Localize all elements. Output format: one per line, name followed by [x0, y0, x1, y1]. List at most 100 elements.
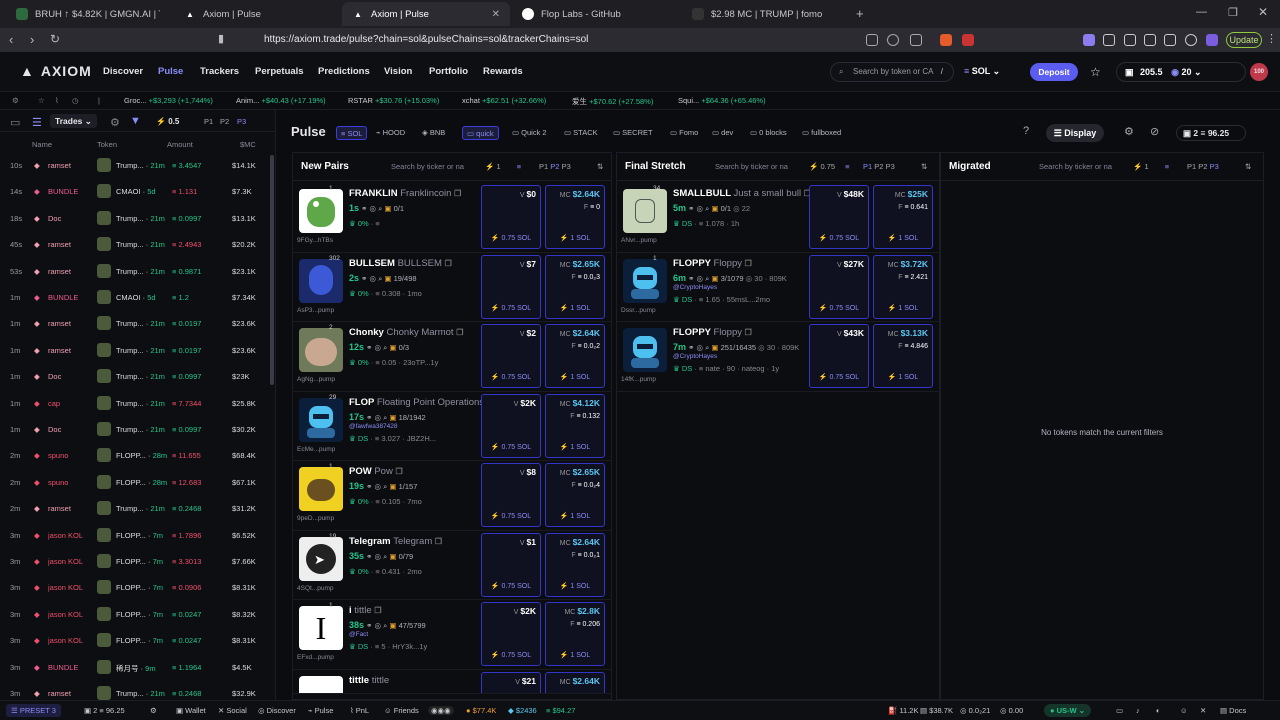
settings-icon[interactable]: ⚙ — [110, 116, 120, 129]
token-card[interactable]: 2 AgNg...pump Chonky Chonky Marmot ❐ 12s ⚭ … — [293, 322, 611, 392]
discord-icon[interactable]: ☺ — [1180, 706, 1188, 715]
mc-buy-box[interactable]: MC $4.12K F ≡ 0.132 ⚡ 1 SOL — [545, 393, 605, 458]
column-amount[interactable]: ⚡ 1 ≡ — [1133, 162, 1169, 171]
trader-name[interactable]: jason KOL — [48, 557, 83, 566]
trade-row[interactable]: 53s ◆ ramset Trump... · 21m ≡ 0.9871 $23.1K — [0, 258, 270, 284]
token-name[interactable]: POW Pow ❐ — [349, 466, 403, 477]
trade-row[interactable]: 3m ◆ jason KOL FLOPP... · 7m ≡ 0.0247 $8.32K — [0, 601, 270, 627]
trader-name[interactable]: Doc — [48, 372, 61, 381]
volume-buy-box[interactable]: V $7 ⚡ 0.75 SOL — [481, 254, 541, 319]
column-search-input[interactable]: Search by ticker or na — [391, 162, 464, 171]
token-name[interactable]: FLOPP... · 7m — [116, 557, 163, 566]
volume-buy-box[interactable]: V $2K ⚡ 0.75 SOL — [481, 602, 541, 666]
settings-icon[interactable]: ⚙ — [12, 96, 19, 105]
token-card[interactable]: 1 Dssr...pump FLOPPY Floppy ❐ 6m ⚭ ◎ ⌕ ▣ 3/… — [617, 253, 939, 322]
token-address[interactable]: 4SQt...pump — [297, 585, 334, 592]
trader-name[interactable]: jason KOL — [48, 531, 83, 540]
token-name[interactable]: CMAOI · 5d — [116, 293, 156, 302]
token-name[interactable]: Trump... · 21m — [116, 161, 165, 170]
twitter-handle[interactable]: @CryptoHayes — [673, 284, 717, 291]
token-name[interactable]: Trump... · 21m — [116, 346, 165, 355]
token-address[interactable]: EFxd...pump — [297, 654, 334, 661]
nav-discover[interactable]: Discover — [103, 66, 143, 77]
browser-tab-active[interactable]: ▲ Axiom | Pulse ✕ — [342, 2, 510, 26]
preset-p2[interactable]: P2 — [220, 117, 229, 126]
nav-vision[interactable]: Vision — [384, 66, 412, 77]
col-token[interactable]: Token — [97, 140, 117, 149]
star-icon[interactable]: ☆ — [1090, 65, 1101, 79]
token-card[interactable]: 1 9FGy...hTBs FRANKLIN Franklincoin ❐ 1s ⚭ … — [293, 183, 611, 253]
extension-icon[interactable] — [1164, 34, 1176, 46]
token-name[interactable]: CMAOI · 5d — [116, 187, 156, 196]
token-name[interactable]: FLOPP... · 28m — [116, 478, 167, 487]
token-name[interactable]: FRANKLIN Franklincoin ❐ — [349, 188, 461, 199]
zoom-icon[interactable] — [887, 34, 899, 46]
volume-buy-box[interactable]: V $0 ⚡ 0.75 SOL — [481, 185, 541, 249]
trader-name[interactable]: Doc — [48, 425, 61, 434]
chart-icon[interactable]: ⌇ — [55, 96, 59, 105]
mc-buy-box[interactable]: MC $2.65K F ≡ 0.0₂3 ⚡ 1 SOL — [545, 254, 605, 319]
trade-row[interactable]: 2m ◆ spuno FLOPP... · 28m ≡ 12.683 $67.1K — [0, 469, 270, 495]
volume-buy-box[interactable]: V $8 ⚡ 0.75 SOL — [481, 463, 541, 527]
column-search-input[interactable]: Search by ticker or na — [1039, 162, 1112, 171]
token-name[interactable]: FLOPP... · 7m — [116, 610, 163, 619]
cast-icon[interactable] — [910, 34, 922, 46]
trader-name[interactable]: Doc — [48, 214, 61, 223]
token-address[interactable]: 14fK...pump — [621, 376, 656, 383]
trader-name[interactable]: spuno — [48, 478, 68, 487]
settings-icon[interactable]: ⚙ — [1124, 125, 1134, 138]
trade-row[interactable]: 10s ◆ ramset Trump... · 21m ≡ 3.4547 $14.1K — [0, 152, 270, 178]
token-name[interactable]: i tittle ❐ — [349, 605, 382, 616]
trade-row[interactable]: 2m ◆ ramset Trump... · 21m ≡ 0.2468 $31.2K — [0, 495, 270, 521]
browser-tab[interactable]: Flop Labs - GitHub — [512, 2, 680, 26]
column-amount[interactable]: ⚡ 1 ≡ — [485, 162, 521, 171]
column-presets[interactable]: P1 P2 P3 — [539, 162, 571, 171]
trader-name[interactable]: ramset — [48, 346, 71, 355]
token-name[interactable]: Trump... · 21m — [116, 399, 165, 408]
amount-filter[interactable]: ⚡ 0.5 — [156, 117, 179, 126]
url-field[interactable]: https://axiom.trade/pulse?chain=sol&puls… — [252, 31, 912, 49]
deposit-button[interactable]: Deposit — [1030, 63, 1078, 81]
preset-p3[interactable]: P3 — [237, 117, 246, 126]
wallet-balance[interactable]: ▣ 205.5 ◉ 20 ⌄ — [1116, 62, 1246, 82]
trade-row[interactable]: 1m ◆ BUNDLE CMAOI · 5d ≡ 1.2 $7.34K — [0, 284, 270, 310]
brave-icon[interactable] — [940, 34, 952, 46]
footer-friends[interactable]: ☺ Friends — [384, 706, 419, 715]
ticker-item[interactable]: RSTAR +$30.76 (+15.03%) — [348, 96, 439, 105]
mc-buy-box[interactable]: MC $3.13K F ≡ 4.846 ⚡ 1 SOL — [873, 324, 933, 388]
token-card[interactable]: 302 AsP3...pump BULLSEM BULLSEM ❐ 2s ⚭ ◎ ⌕ … — [293, 253, 611, 322]
filter-fullboxed[interactable]: ▭ fullboxed — [798, 126, 845, 140]
ticker-item[interactable]: Groc... +$3,293 (+1,744%) — [124, 96, 213, 105]
bell-icon[interactable]: ♪ — [1136, 706, 1140, 715]
token-name[interactable]: 稀月号 · 9m — [116, 663, 156, 674]
token-name[interactable]: Trump... · 21m — [116, 372, 165, 381]
token-image[interactable] — [299, 189, 343, 233]
preset-indicator[interactable]: ☰ PRESET 3 — [6, 704, 61, 717]
token-name[interactable]: Trump... · 21m — [116, 214, 165, 223]
panel-icon[interactable]: ▭ — [1116, 706, 1123, 715]
trader-name[interactable]: jason KOL — [48, 610, 83, 619]
token-image[interactable]: ➤ — [299, 536, 343, 581]
trade-row[interactable]: 1m ◆ ramset Trump... · 21m ≡ 0.0197 $23.6K — [0, 310, 270, 336]
column-presets[interactable]: P1 P2 P3 — [863, 162, 895, 171]
volume-buy-box[interactable]: V $2 ⚡ 0.75 SOL — [481, 324, 541, 388]
col-amount[interactable]: Amount — [167, 140, 193, 149]
sidebar-icon[interactable] — [1124, 34, 1136, 46]
token-name[interactable]: FLOPP... · 7m — [116, 583, 163, 592]
browser-tab[interactable]: $2.98 MC | TRUMP | fomo — [682, 2, 848, 26]
token-card[interactable]: 14fK...pump FLOPPY Floppy ❐ 7m ⚭ ◎ ⌕ ▣ 251… — [617, 322, 939, 392]
trade-row[interactable]: 1m ◆ Doc Trump... · 21m ≡ 0.0997 $23K — [0, 363, 270, 389]
filter-secret[interactable]: ▭ SECRET — [609, 126, 657, 140]
trade-row[interactable]: 3m ◆ jason KOL FLOPP... · 7m ≡ 0.0247 $8.31K — [0, 627, 270, 653]
filter-dev[interactable]: ▭ dev — [708, 126, 737, 140]
trader-name[interactable]: BUNDLE — [48, 293, 78, 302]
ticker-item[interactable]: Squi... +$64.36 (+65.46%) — [678, 96, 766, 105]
maximize-icon[interactable]: ❐ — [1228, 6, 1238, 19]
trader-name[interactable]: BUNDLE — [48, 187, 78, 196]
trader-name[interactable]: spuno — [48, 451, 68, 460]
menu-icon[interactable]: ⋮ — [1266, 32, 1277, 45]
mc-buy-box[interactable]: MC $2.64K F ≡ 0 ⚡ 1 SOL — [545, 185, 605, 249]
token-address[interactable]: AsP3...pump — [297, 307, 334, 314]
token-name[interactable]: Trump... · 21m — [116, 267, 165, 276]
twitter-handle[interactable]: @fawfwa387428 — [349, 423, 398, 430]
